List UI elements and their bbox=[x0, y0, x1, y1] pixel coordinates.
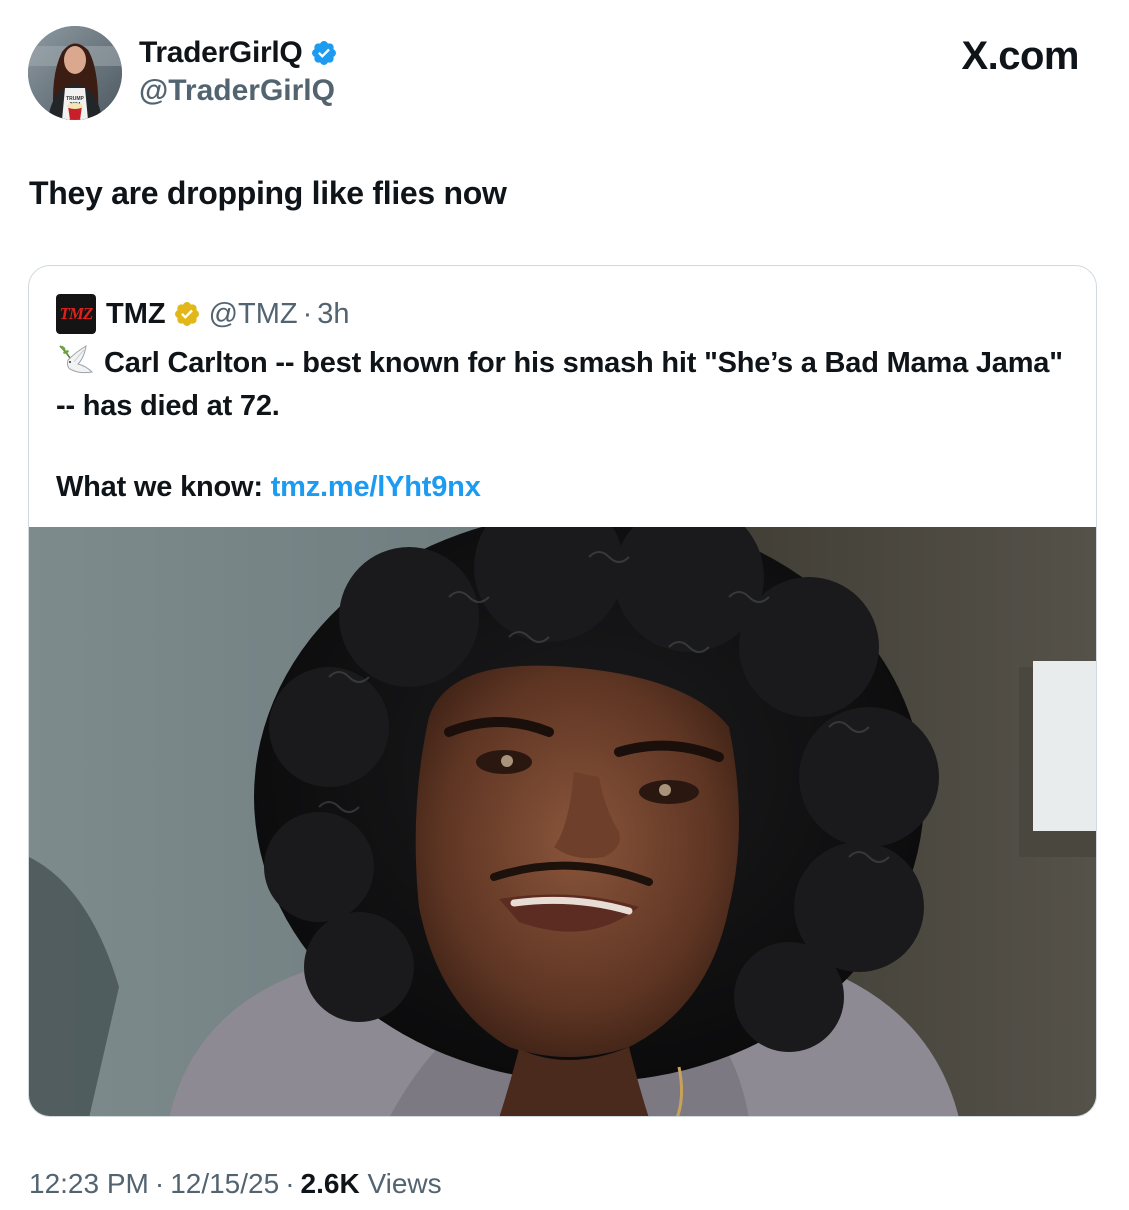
author-name-row[interactable]: TraderGirlQ bbox=[139, 36, 338, 70]
what-we-know-line: What we know: tmz.me/lYht9nx bbox=[56, 466, 1066, 509]
quoted-post-time[interactable]: 3h bbox=[317, 298, 349, 331]
author-avatar[interactable]: TRUMP 2024 bbox=[28, 26, 122, 120]
views-count: 2.6K bbox=[300, 1168, 360, 1199]
tmz-logo-avatar[interactable]: TMZ bbox=[56, 294, 96, 334]
blue-verified-badge-icon bbox=[312, 41, 337, 65]
header-separator: · bbox=[302, 297, 313, 330]
author-handle[interactable]: @TraderGirlQ bbox=[139, 74, 335, 108]
post-date[interactable]: 12/15/25 bbox=[170, 1168, 279, 1199]
views-label: Views bbox=[367, 1168, 442, 1199]
quoted-tweet-header: TMZ TMZ @TMZ · 3h bbox=[56, 294, 350, 334]
meta-separator: · bbox=[154, 1168, 165, 1199]
what-we-know-label: What we know: bbox=[56, 471, 271, 503]
tweet-meta: 12:23 PM · 12/15/25 · 2.6K Views bbox=[29, 1168, 442, 1200]
quoted-tweet-card[interactable]: TMZ TMZ @TMZ · 3h Carl Carlton -- best k… bbox=[28, 265, 1097, 1117]
dove-icon bbox=[59, 345, 94, 374]
meta-separator: · bbox=[285, 1168, 295, 1199]
site-brand: X.com bbox=[961, 34, 1079, 78]
quoted-tweet-body: Carl Carlton -- best known for his smash… bbox=[56, 342, 1066, 509]
gold-verified-badge-icon bbox=[174, 302, 199, 326]
quoted-tweet-text: Carl Carlton -- best known for his smash… bbox=[56, 347, 1063, 422]
quoted-tweet-photo[interactable] bbox=[29, 527, 1096, 1116]
tweet-text: They are dropping like flies now bbox=[29, 175, 507, 211]
tmz-logo-text: TMZ bbox=[59, 304, 94, 323]
article-link[interactable]: tmz.me/lYht9nx bbox=[271, 471, 481, 503]
author-display-name[interactable]: TraderGirlQ bbox=[139, 36, 303, 70]
quoted-author-handle[interactable]: @TMZ bbox=[209, 298, 298, 331]
avatar-image: TRUMP 2024 bbox=[28, 26, 122, 120]
quoted-author-name[interactable]: TMZ bbox=[106, 298, 166, 331]
post-time[interactable]: 12:23 PM bbox=[29, 1168, 149, 1199]
portrait-photo bbox=[29, 527, 1096, 1116]
